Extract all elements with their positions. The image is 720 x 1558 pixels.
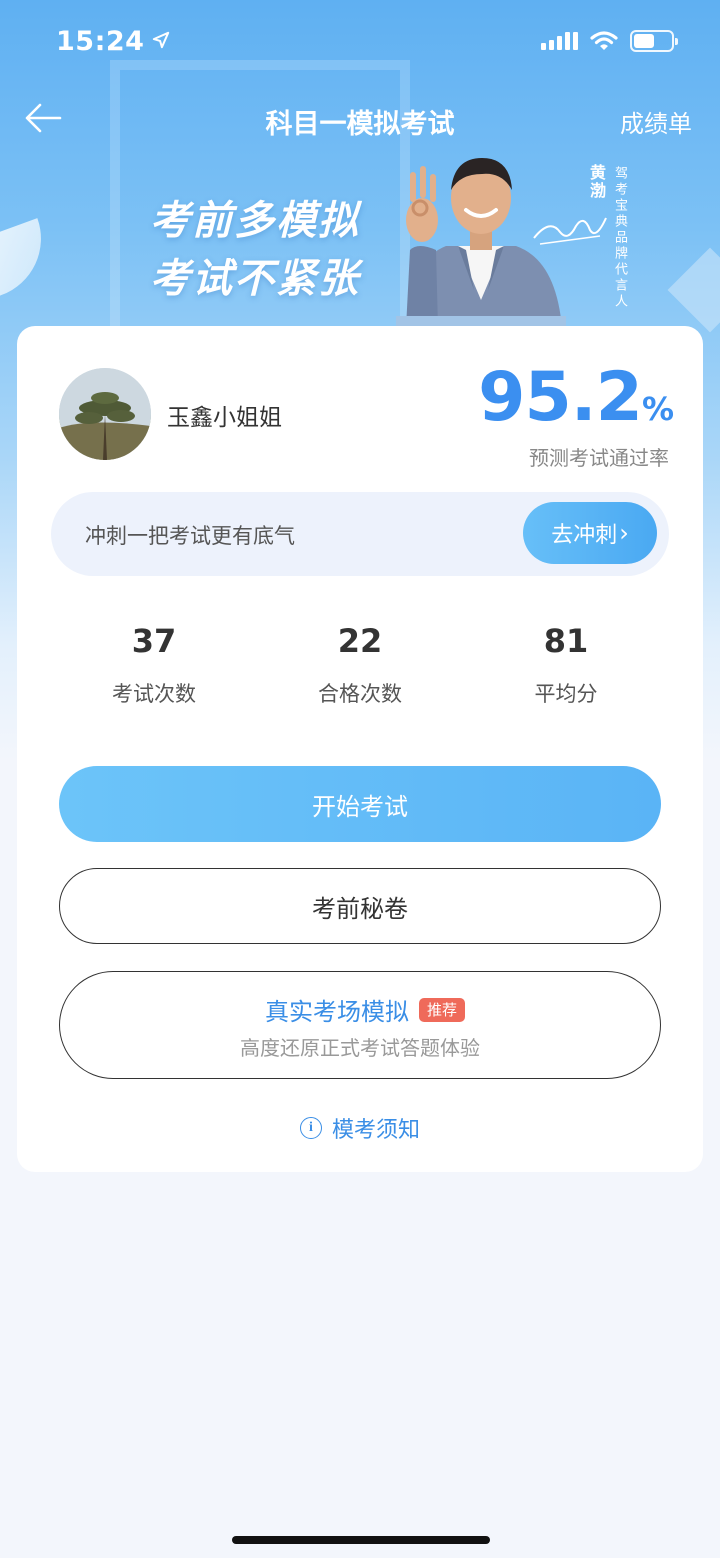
slogan-line-2: 考试不紧张	[150, 256, 360, 302]
stat-label: 平均分	[534, 682, 598, 706]
cellular-signal-icon	[541, 32, 578, 50]
start-exam-button[interactable]: 开始考试	[59, 766, 661, 842]
stat-label: 合格次数	[318, 682, 402, 706]
status-time: 15:24	[56, 25, 145, 57]
sprint-button-label: 去冲刺	[551, 523, 618, 548]
stat-average-score: 81 平均分	[456, 622, 676, 708]
stat-label: 考试次数	[112, 682, 196, 706]
real-exam-title: 真实考场模拟	[264, 998, 409, 1026]
home-indicator[interactable]	[232, 1536, 490, 1544]
real-exam-title-row: 真实考场模拟 推荐	[60, 992, 660, 1027]
exam-notice-label: 模考须知	[331, 1118, 420, 1143]
exam-card: 玉鑫小姐姐 95.2% 预测考试通过率 冲刺一把考试更有底气 去冲刺 › 37 …	[17, 326, 703, 1172]
pass-rate-label: 预测考试通过率	[529, 446, 669, 470]
pass-rate-unit: %	[641, 390, 674, 428]
location-arrow-icon	[153, 31, 170, 49]
right-decoration	[667, 247, 720, 333]
exam-notice-link[interactable]: i 模考须知	[17, 1112, 703, 1144]
status-bar: 15:24	[0, 0, 720, 82]
page-title: 科目一模拟考试	[265, 109, 455, 140]
pass-rate-value: 95.2%	[478, 362, 674, 445]
chevron-right-icon: ›	[619, 519, 629, 547]
real-exam-simulation-button[interactable]: 真实考场模拟 推荐 高度还原正式考试答题体验	[59, 971, 661, 1079]
nav-bar: 科目一模拟考试 成绩单	[0, 88, 720, 148]
stat-value: 37	[131, 622, 177, 660]
real-exam-subtitle: 高度还原正式考试答题体验	[240, 1036, 480, 1060]
sprint-text: 冲刺一把考试更有底气	[85, 524, 295, 548]
avatar-tree-image	[59, 368, 151, 460]
scorecard-link[interactable]: 成绩单	[620, 104, 692, 139]
stat-value: 81	[543, 622, 589, 660]
slogan-line-1: 考前多模拟	[150, 198, 360, 244]
stats-row: 37 考试次数 22 合格次数 81 平均分	[17, 622, 703, 722]
recommend-badge: 推荐	[418, 997, 465, 1022]
stat-pass-count: 22 合格次数	[250, 622, 470, 708]
avatar[interactable]	[59, 368, 151, 460]
stat-value: 22	[337, 622, 383, 660]
pass-rate-number: 95.2	[478, 358, 643, 437]
battery-icon	[630, 30, 678, 52]
info-icon: i	[299, 1117, 322, 1139]
stat-exam-count: 37 考试次数	[44, 622, 264, 708]
endorser-name: 黄渤	[587, 164, 606, 200]
sprint-button[interactable]: 去冲刺 ›	[523, 502, 657, 564]
sprint-bar: 冲刺一把考试更有底气 去冲刺 ›	[51, 492, 669, 576]
banner-slogan: 考前多模拟 考试不紧张	[150, 192, 360, 308]
endorser-signature	[533, 217, 607, 245]
secret-paper-button[interactable]: 考前秘卷	[59, 868, 661, 944]
endorser-tagline: 驾考宝典品牌代言人	[612, 166, 627, 310]
username: 玉鑫小姐姐	[167, 405, 282, 431]
left-decoration	[0, 218, 58, 302]
wifi-icon	[590, 31, 618, 50]
